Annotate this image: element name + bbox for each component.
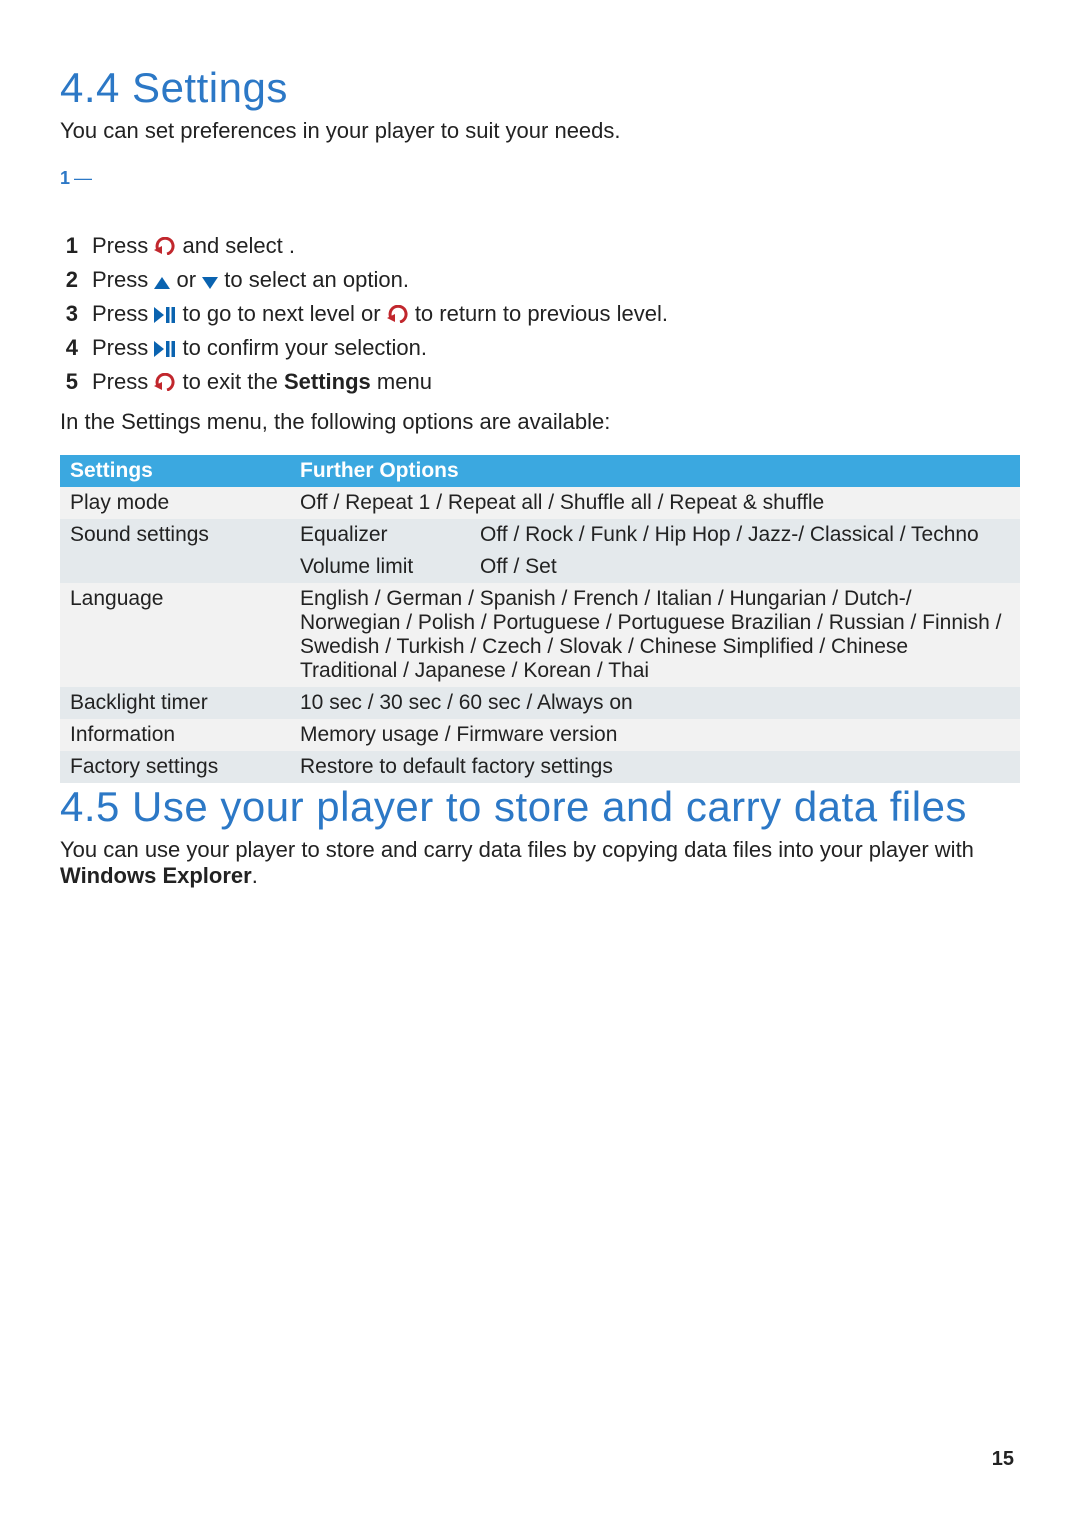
step-item: 1 Press and select . [60,233,1020,259]
th-further-options: Further Options [290,455,1020,487]
step-item: 5 Press to exit the Settings menu [60,369,1020,395]
options-intro: In the Settings menu, the following opti… [60,409,1020,435]
cell-setting: Language [60,583,290,687]
page-number: 15 [992,1448,1014,1471]
section-heading-4-4: 4.4 Settings [60,64,1020,112]
cell-options: English / German / Spanish / French / It… [290,583,1020,687]
step-number: 2 [60,267,78,293]
back-icon [154,373,176,391]
step-item: 4 Press to confirm your selection. [60,335,1020,361]
ref-number: 1 [60,168,70,188]
body-text-b: . [252,863,258,888]
section-4-4-intro: You can set preferences in your player t… [60,118,1020,144]
play-pause-icon [154,337,176,353]
section-heading-4-5: 4.5 Use your player to store and carry d… [60,783,1020,831]
step-text: Press to confirm your selection. [92,335,427,361]
cell-setting: Backlight timer [60,687,290,719]
table-row: Factory settingsRestore to default facto… [60,751,1020,783]
cell-options: Off / Set [470,551,1020,583]
cell-options: Memory usage / Firmware version [290,719,1020,751]
play-pause-icon [154,303,176,319]
step-number: 5 [60,369,78,395]
cell-options: Off / Repeat 1 / Repeat all / Shuffle al… [290,487,1020,519]
step-item: 2 Press or to select an option. [60,267,1020,293]
table-row: InformationMemory usage / Firmware versi… [60,719,1020,751]
image-placeholder-ref: 1— [60,168,1020,189]
back-icon [387,305,409,323]
table-row: LanguageEnglish / German / Spanish / Fre… [60,583,1020,687]
body-text-a: You can use your player to store and car… [60,837,974,862]
table-row: Volume limitOff / Set [60,551,1020,583]
cell-suboption: Equalizer [290,519,470,551]
cell-setting: Play mode [60,487,290,519]
back-icon [154,237,176,255]
section-4-5-body: You can use your player to store and car… [60,837,1020,889]
settings-table: Settings Further Options Play modeOff / … [60,455,1020,783]
ref-dash: — [74,168,92,188]
cell-setting: Factory settings [60,751,290,783]
table-row: Play modeOff / Repeat 1 / Repeat all / S… [60,487,1020,519]
step-text: Press or to select an option. [92,267,409,293]
cell-options: 10 sec / 30 sec / 60 sec / Always on [290,687,1020,719]
step-number: 1 [60,233,78,259]
manual-page: 4.4 Settings You can set preferences in … [0,0,1080,1527]
table-row: Backlight timer10 sec / 30 sec / 60 sec … [60,687,1020,719]
step-text: Press to go to next level or to return t… [92,301,668,327]
step-number: 4 [60,335,78,361]
steps-list: 1 Press and select . 2 Press or to select a… [60,233,1020,395]
cell-suboption: Volume limit [290,551,470,583]
th-settings: Settings [60,455,290,487]
up-arrow-icon [154,277,170,289]
step-bold: Settings [284,369,371,394]
step-text: Press and select . [92,233,295,259]
body-text-bold: Windows Explorer [60,863,252,888]
table-header-row: Settings Further Options [60,455,1020,487]
table-body: Play modeOff / Repeat 1 / Repeat all / S… [60,487,1020,783]
cell-setting [60,551,290,583]
down-arrow-icon [202,277,218,289]
cell-options: Off / Rock / Funk / Hip Hop / Jazz-/ Cla… [470,519,1020,551]
step-item: 3 Press to go to next level or to return … [60,301,1020,327]
step-text: Press to exit the Settings menu [92,369,432,395]
step-number: 3 [60,301,78,327]
cell-setting: Sound settings [60,519,290,551]
cell-setting: Information [60,719,290,751]
table-row: Sound settingsEqualizerOff / Rock / Funk… [60,519,1020,551]
cell-options: Restore to default factory settings [290,751,1020,783]
or-text: or [170,267,202,292]
